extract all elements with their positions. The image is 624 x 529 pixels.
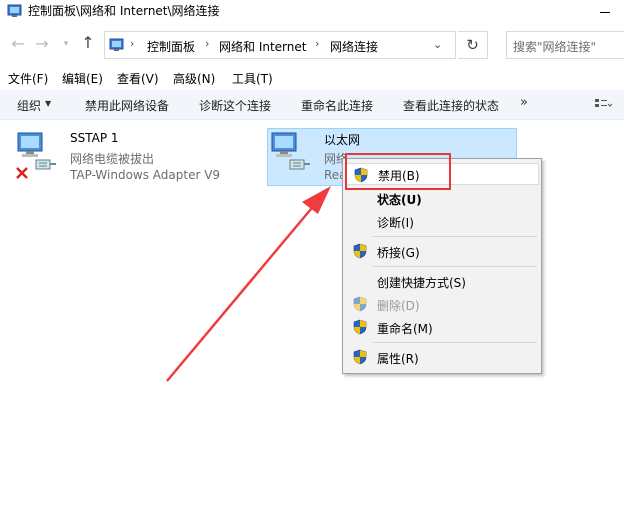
connection-status: 网络电缆被拔出 xyxy=(70,152,155,166)
back-icon[interactable]: ← xyxy=(8,34,28,54)
breadcrumb-separator[interactable]: › xyxy=(315,37,319,50)
command-bar: 组织 ▼ 禁用此网络设备 诊断这个连接 重命名此连接 查看此连接的状态 » xyxy=(0,90,624,120)
menu-item-create-shortcut[interactable]: 创建快捷方式(S) xyxy=(343,270,541,292)
menu-item-properties[interactable]: 属性(R) xyxy=(343,346,541,368)
breadcrumb-network-connections[interactable]: 网络连接 xyxy=(330,38,378,55)
network-adapter-icon xyxy=(271,132,310,170)
window-title: 控制面板\网络和 Internet\网络连接 xyxy=(28,4,220,18)
connection-adapter: TAP-Windows Adapter V9 xyxy=(70,168,221,182)
menu-item-label: 属性(R) xyxy=(377,352,419,366)
menu-advanced[interactable]: 高级(N) xyxy=(173,70,215,87)
menu-item-label: 状态(U) xyxy=(377,193,422,207)
menu-item-label: 删除(D) xyxy=(377,299,420,313)
chevron-down-icon[interactable]: ▼ xyxy=(45,99,51,108)
minimize-button[interactable] xyxy=(595,0,624,26)
menu-item-label: 重命名(M) xyxy=(377,322,433,336)
chevron-down-icon[interactable]: ⌄ xyxy=(433,38,442,51)
menu-item-label: 桥接(G) xyxy=(377,246,420,260)
disconnected-x-icon xyxy=(16,167,28,179)
uac-shield-icon xyxy=(353,296,367,312)
forward-icon[interactable]: → xyxy=(32,34,52,54)
menu-edit[interactable]: 编辑(E) xyxy=(62,70,103,87)
breadcrumb-control-panel[interactable]: 控制面板 xyxy=(147,38,195,55)
view-status-button[interactable]: 查看此连接的状态 xyxy=(403,97,499,114)
annotation-highlight-box xyxy=(345,153,451,190)
address-bar[interactable]: › 控制面板 › 网络和 Internet › 网络连接 ⌄ xyxy=(104,31,456,59)
organize-button[interactable]: 组织 xyxy=(17,97,41,114)
menu-item-delete[interactable]: 删除(D) xyxy=(343,293,541,315)
search-placeholder: 搜索"网络连接" xyxy=(513,40,597,54)
context-menu: 禁用(B) 状态(U) 诊断(I) 桥接(G) 创建快捷方式(S) 删除(D) xyxy=(342,158,542,374)
search-input[interactable]: 搜索"网络连接" xyxy=(506,31,624,59)
menu-divider xyxy=(373,236,537,237)
up-arrow-icon[interactable]: ↑ xyxy=(78,33,98,53)
change-view-icon[interactable] xyxy=(594,97,612,113)
menu-bar: 文件(F) 编辑(E) 查看(V) 高级(N) 工具(T) xyxy=(0,66,624,90)
disable-device-button[interactable]: 禁用此网络设备 xyxy=(85,97,169,114)
menu-item-bridge[interactable]: 桥接(G) xyxy=(343,240,541,262)
menu-divider xyxy=(373,266,537,267)
connection-name: 以太网 xyxy=(324,133,361,147)
menu-item-rename[interactable]: 重命名(M) xyxy=(343,316,541,338)
diagnose-connection-button[interactable]: 诊断这个连接 xyxy=(199,97,271,114)
menu-tools[interactable]: 工具(T) xyxy=(232,70,273,87)
menu-item-status[interactable]: 状态(U) xyxy=(343,187,541,209)
breadcrumb-separator[interactable]: › xyxy=(130,37,134,50)
control-panel-icon xyxy=(7,4,22,17)
recent-locations-icon[interactable]: ▾ xyxy=(58,34,74,54)
breadcrumb-separator[interactable]: › xyxy=(205,37,209,50)
breadcrumb-network-internet[interactable]: 网络和 Internet xyxy=(219,38,306,55)
title-bar: 控制面板\网络和 Internet\网络连接 xyxy=(0,0,624,28)
uac-shield-icon xyxy=(353,243,367,259)
rename-connection-button[interactable]: 重命名此连接 xyxy=(301,97,373,114)
menu-item-label: 诊断(I) xyxy=(377,216,414,230)
control-panel-icon xyxy=(109,38,124,51)
menu-item-diagnose[interactable]: 诊断(I) xyxy=(343,210,541,232)
refresh-icon[interactable]: ↻ xyxy=(458,31,488,59)
menu-file[interactable]: 文件(F) xyxy=(8,70,48,87)
navigation-bar: ← → ▾ ↑ › 控制面板 › 网络和 Internet › 网络连接 ⌄ ↻… xyxy=(0,28,624,62)
uac-shield-icon xyxy=(353,319,367,335)
menu-view[interactable]: 查看(V) xyxy=(117,70,159,87)
menu-divider xyxy=(373,342,537,343)
menu-item-label: 创建快捷方式(S) xyxy=(377,276,466,290)
more-commands-icon[interactable]: » xyxy=(520,95,528,110)
connection-name: SSTAP 1 xyxy=(70,131,119,145)
uac-shield-icon xyxy=(353,349,367,365)
